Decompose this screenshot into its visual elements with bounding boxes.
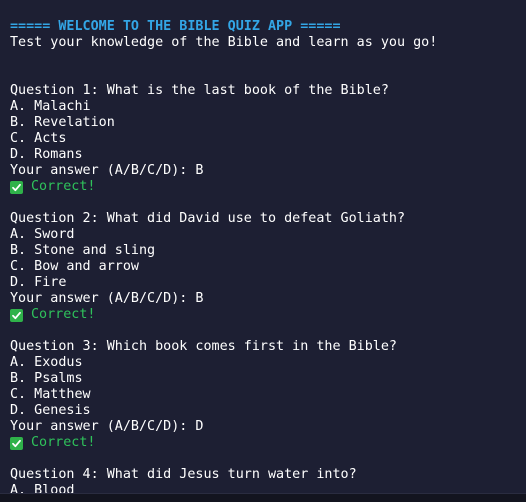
question-1-answer: Your answer (A/B/C/D): B	[10, 163, 204, 178]
check-mark-icon	[10, 436, 23, 450]
check-mark-icon	[10, 308, 23, 322]
question-1-option-d: D. Romans	[10, 147, 83, 162]
question-3-option-d: D. Genesis	[10, 403, 91, 418]
question-2-option-d: D. Fire	[10, 275, 67, 290]
question-3-answer: Your answer (A/B/C/D): D	[10, 419, 204, 434]
terminal-output: ===== WELCOME TO THE BIBLE QUIZ APP ====…	[10, 19, 526, 499]
question-3-result: Correct!	[10, 435, 526, 451]
question-3-result-text: Correct!	[31, 435, 96, 450]
question-1-option-b: B. Revelation	[10, 115, 115, 130]
question-1-result-text: Correct!	[31, 179, 96, 194]
intro-text: Test your knowledge of the Bible and lea…	[10, 35, 438, 50]
check-mark-icon	[10, 180, 23, 194]
question-3-option-c: C. Matthew	[10, 387, 91, 402]
terminal-bottom-edge	[0, 493, 526, 502]
question-2-result-text: Correct!	[31, 307, 96, 322]
question-2-option-b: B. Stone and sling	[10, 243, 156, 258]
question-2-option-c: C. Bow and arrow	[10, 259, 139, 274]
question-3-prompt: Question 3: Which book comes first in th…	[10, 339, 397, 354]
question-1-prompt: Question 1: What is the last book of the…	[10, 83, 389, 98]
question-2-option-a: A. Sword	[10, 227, 75, 242]
question-1-option-a: A. Malachi	[10, 99, 91, 114]
question-1-option-c: C. Acts	[10, 131, 67, 146]
terminal-window[interactable]: ===== WELCOME TO THE BIBLE QUIZ APP ====…	[0, 0, 526, 502]
question-3-option-a: A. Exodus	[10, 355, 83, 370]
question-2-answer: Your answer (A/B/C/D): B	[10, 291, 204, 306]
question-3-option-b: B. Psalms	[10, 371, 83, 386]
banner-text: ===== WELCOME TO THE BIBLE QUIZ APP ====…	[10, 19, 341, 34]
question-4-prompt: Question 4: What did Jesus turn water in…	[10, 467, 357, 482]
question-2-result: Correct!	[10, 307, 526, 323]
question-2-prompt: Question 2: What did David use to defeat…	[10, 211, 406, 226]
question-1-result: Correct!	[10, 179, 526, 195]
